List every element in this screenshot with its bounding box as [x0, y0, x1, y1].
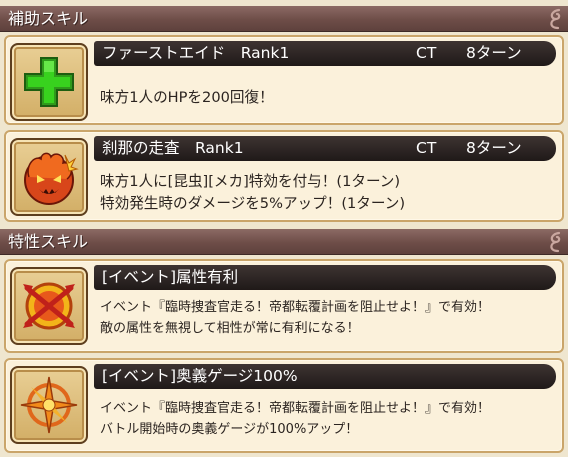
swirl-ornament-icon: [550, 231, 561, 253]
fire-demon-icon: [24, 152, 79, 205]
ct-label: CT: [416, 44, 437, 62]
broken-arrow-emblem-icon: [23, 282, 75, 330]
skill-description-line: 敵の属性を無視して相性が常に有利になる！: [100, 321, 360, 336]
skill-description-line: 特効発生時のダメージを5%アップ！(1ターン): [100, 195, 406, 212]
support-skills-header: 補助スキル: [0, 6, 568, 32]
cooldown-turns: 8ターン: [466, 139, 522, 157]
trait-card-attribute-advantage[interactable]: [イベント]属性有利 イベント『臨時捜査官走る！帝都転覆計画を阻止せよ！』で有効…: [4, 259, 564, 353]
skill-name-bar: 刹那の走査 Rank1 CT 8ターン: [94, 136, 556, 161]
section-title: 補助スキル: [8, 9, 89, 28]
skill-description-line: イベント『臨時捜査官走る！帝都転覆計画を阻止せよ！』で有効！: [100, 401, 491, 416]
skill-name: [イベント]奥義ゲージ100%: [102, 367, 298, 385]
trait-skills-header: 特性スキル: [0, 229, 568, 255]
skill-description-line: イベント『臨時捜査官走る！帝都転覆計画を阻止せよ！』で有効！: [100, 300, 491, 315]
skill-card-first-aid[interactable]: ファーストエイド Rank1 CT 8ターン 味方1人のHPを200回復！: [4, 35, 564, 125]
skill-name: ファーストエイド Rank1: [102, 44, 290, 62]
compass-star-emblem-icon: [20, 376, 78, 434]
skill-name-bar: [イベント]属性有利: [94, 265, 556, 290]
cooldown-turns: 8ターン: [466, 44, 522, 62]
trait-card-ougi-gauge[interactable]: [イベント]奥義ゲージ100% イベント『臨時捜査官走る！帝都転覆計画を阻止せよ…: [4, 358, 564, 453]
ct-label: CT: [416, 139, 437, 157]
skill-name: 刹那の走査 Rank1: [102, 139, 244, 157]
skill-description-line: 味方1人のHPを200回復！: [100, 89, 274, 106]
skill-icon-frame: [10, 43, 88, 121]
swirl-ornament-icon: [550, 8, 561, 30]
skill-card-setsuna[interactable]: 刹那の走査 Rank1 CT 8ターン 味方1人に[昆虫][メカ]特効を付与！(…: [4, 130, 564, 222]
skill-description-line: 味方1人に[昆虫][メカ]特効を付与！(1ターン): [100, 173, 401, 190]
skill-name: [イベント]属性有利: [102, 268, 239, 286]
green-cross-icon: [24, 57, 74, 107]
skill-name-bar: ファーストエイド Rank1 CT 8ターン: [94, 41, 556, 66]
skill-icon-frame: [10, 267, 88, 345]
skill-icon-frame: [10, 138, 88, 216]
section-title: 特性スキル: [8, 232, 89, 251]
skill-name-bar: [イベント]奥義ゲージ100%: [94, 364, 556, 389]
skill-icon-frame: [10, 366, 88, 444]
skill-description-line: バトル開始時の奥義ゲージが100%アップ！: [100, 422, 359, 437]
